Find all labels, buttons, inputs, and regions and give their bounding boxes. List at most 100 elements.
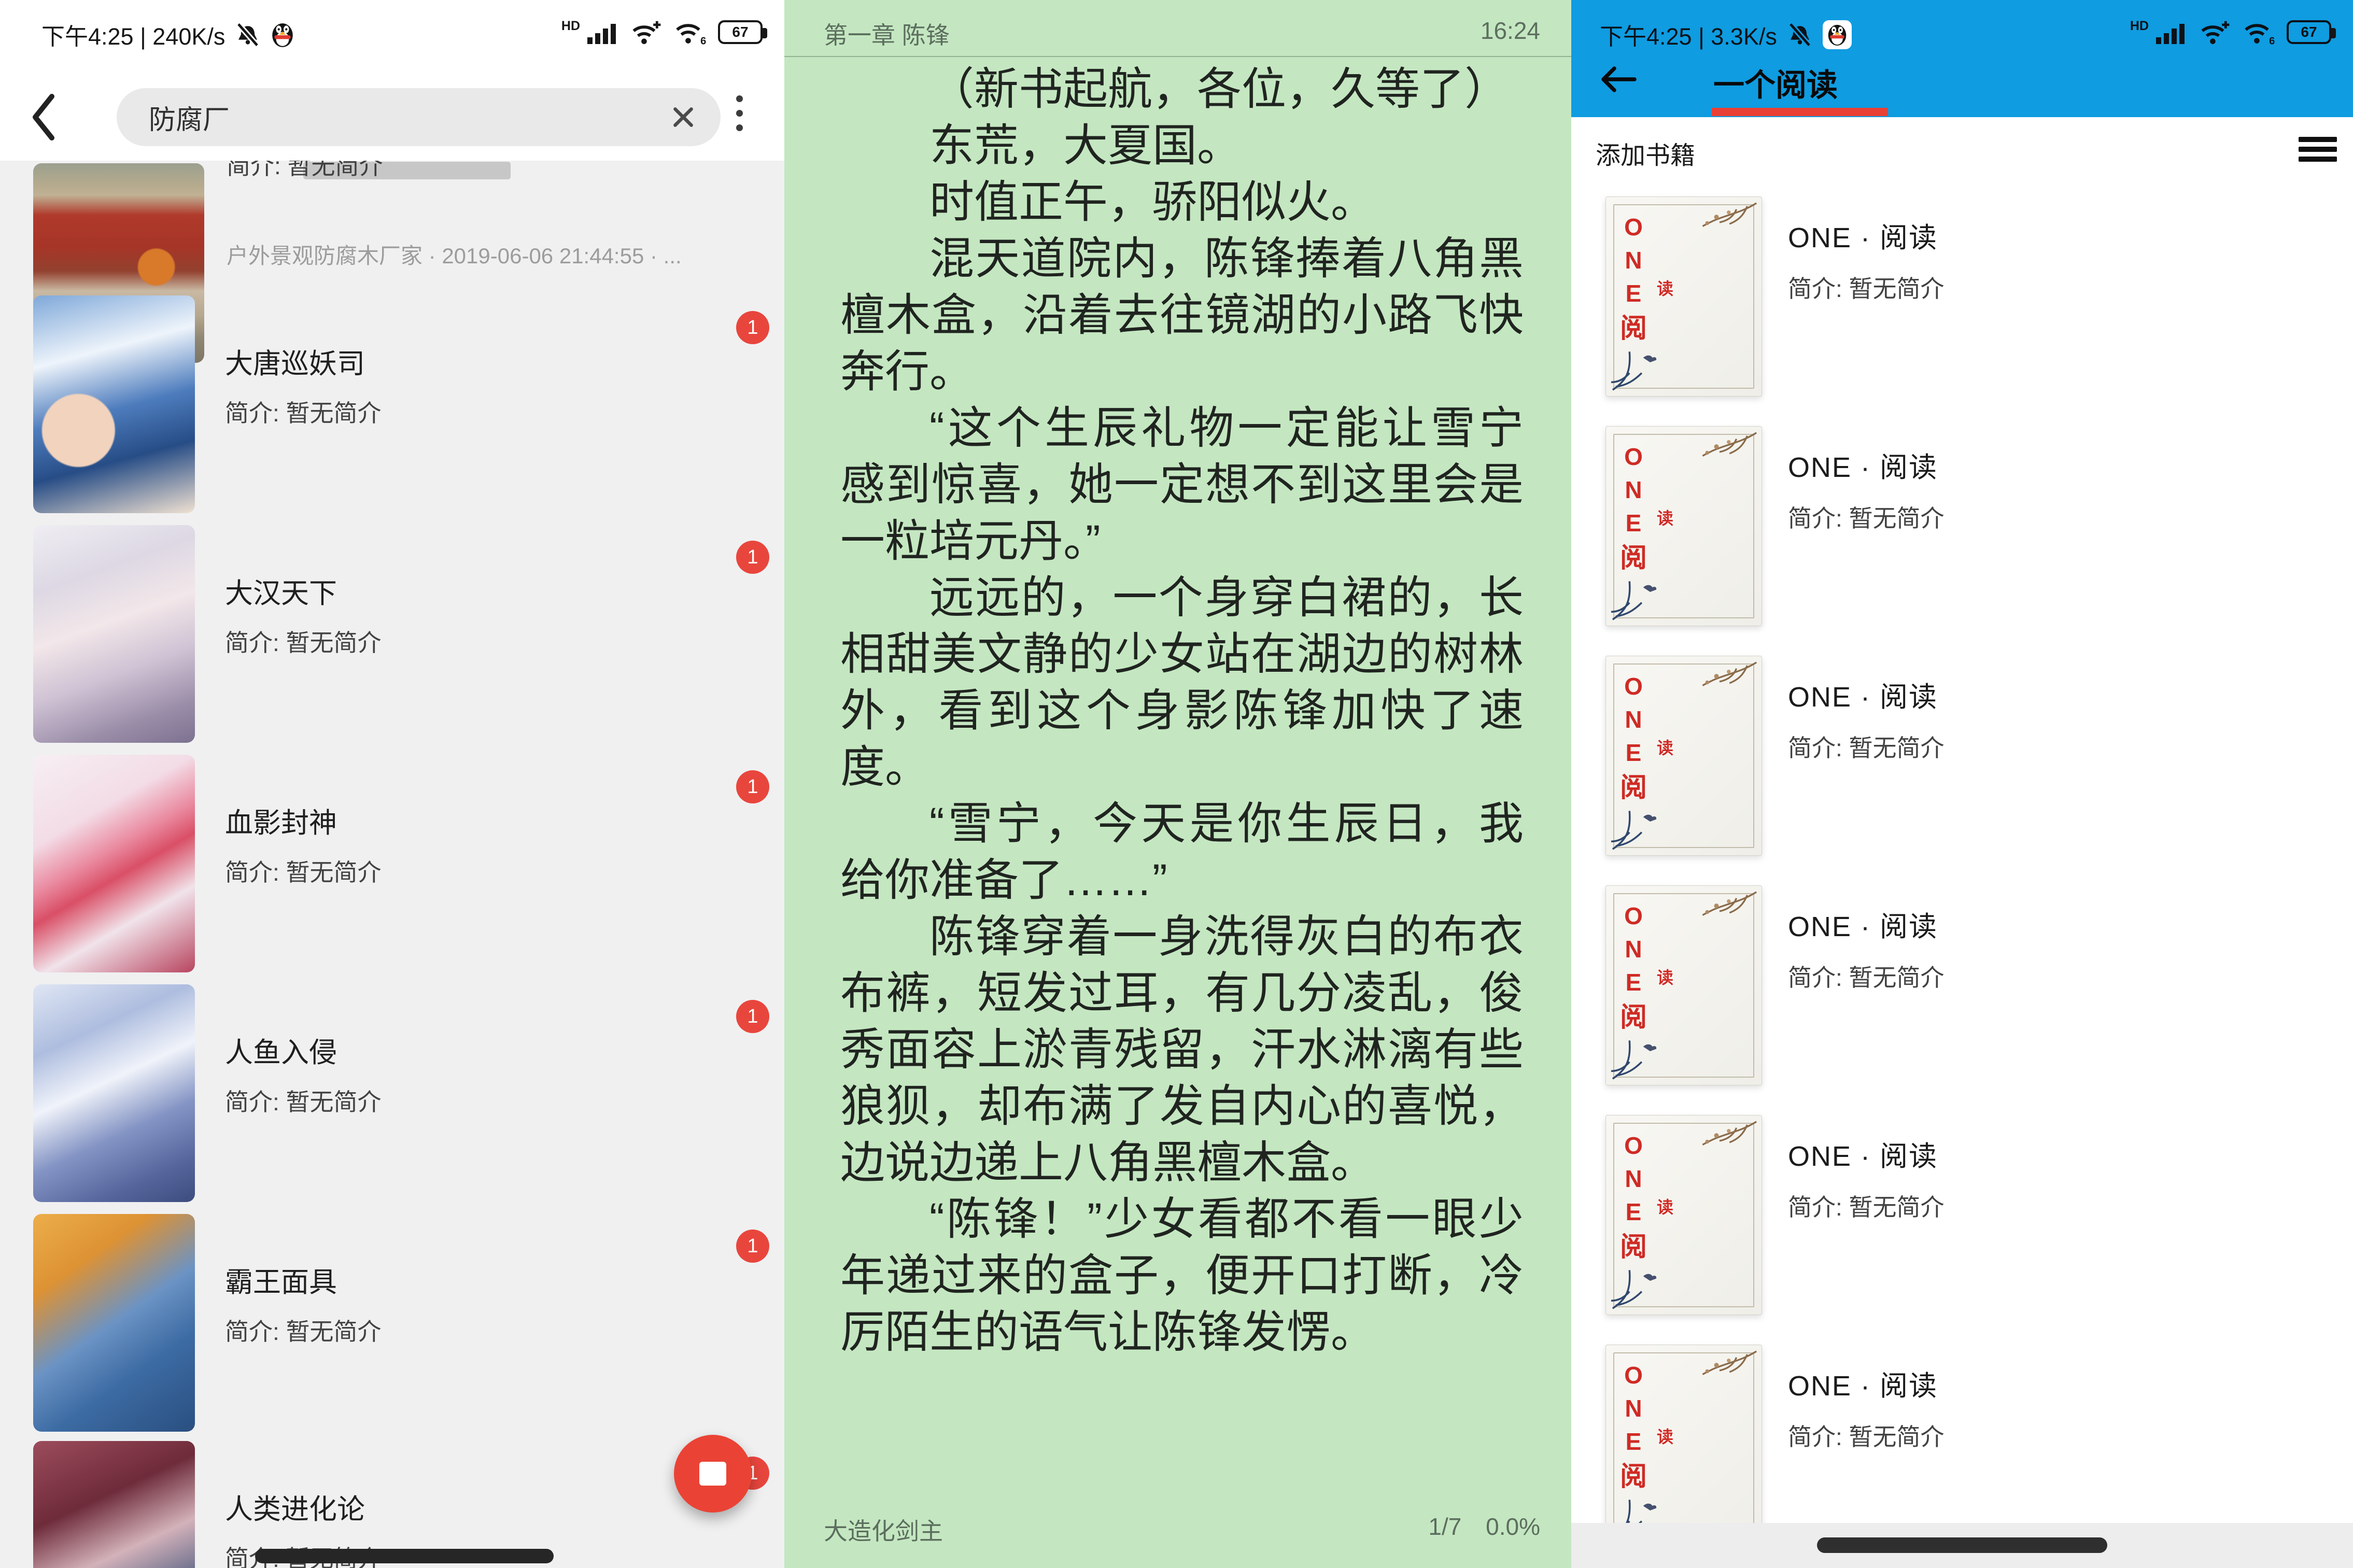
book-cover: O N E 阅 读 xyxy=(1605,426,1762,626)
search-result-item[interactable]: 大汉天下 简介: 暂无简介 1 xyxy=(0,525,784,755)
wifi-6-icon: 6 xyxy=(676,24,706,46)
plum-branch-icon xyxy=(1702,661,1757,686)
paragraph: （新书起航，各位，久等了） xyxy=(929,64,1509,114)
unread-badge: 1 xyxy=(736,1000,769,1033)
paragraph: 远远的，一个身穿白裙的，长相甜美文静的少女站在湖边的树林外，看到这个身影陈锋加快… xyxy=(840,573,1524,792)
add-books-label: 添加书籍 xyxy=(1596,142,1696,169)
result-desc: 简介: 暂无简介 xyxy=(225,1318,382,1345)
qq-penguin-icon xyxy=(1822,20,1852,49)
unread-badge: 1 xyxy=(736,770,769,803)
result-desc: 简介: 暂无简介 xyxy=(225,859,382,886)
paragraph: 东荒，大夏国。 xyxy=(929,121,1242,171)
book-desc: 简介: 暂无简介 xyxy=(1788,734,1945,761)
paragraph: “这个生辰礼物一定能让雪宁感到惊喜，她一定想不到这里会是一粒培元丹。” xyxy=(840,403,1524,566)
search-input[interactable]: 防腐厂 xyxy=(117,88,721,146)
book-list-item[interactable]: O N E 阅 读 ONE · 阅读 简介: 暂无简介 xyxy=(1571,426,2353,656)
hamburger-menu-icon[interactable] xyxy=(2299,137,2337,162)
book-cover: O N E 阅 读 xyxy=(1605,656,1762,856)
bottom-bar xyxy=(1571,1523,2353,1568)
book-list-item[interactable]: O N E 阅 读 ONE · 阅读 简介: 暂无简介 xyxy=(1571,885,2353,1115)
left-status-bar: 下午4:25 | 240K/s HD 6 67 xyxy=(0,18,784,50)
signal-icon xyxy=(2156,24,2185,44)
cover-one-text: O N E 阅 xyxy=(1619,673,1647,803)
book-list-item[interactable]: O N E 阅 读 ONE · 阅读 简介: 暂无简介 xyxy=(1571,196,2353,426)
battery-icon: 67 xyxy=(2287,20,2336,44)
paragraph: 混天道院内，陈锋捧着八角黑檀木盒，沿着去往镜湖的小路飞快奔行。 xyxy=(840,234,1524,397)
battery-icon: 67 xyxy=(718,20,767,44)
wifi-plus-icon xyxy=(632,21,661,45)
search-header: 防腐厂 xyxy=(0,88,784,146)
result-desc: 简介: 暂无简介 xyxy=(225,1089,382,1115)
book-title: ONE · 阅读 xyxy=(1788,222,1938,253)
book-title: ONE · 阅读 xyxy=(1788,1141,1938,1172)
search-result-item[interactable]: 霸王面具 简介: 暂无简介 1 xyxy=(0,1214,784,1444)
clipped-desc-text: 简介: 暂无简介 xyxy=(227,161,383,179)
book-list-item[interactable]: O N E 阅 读 ONE · 阅读 简介: 暂无简介 xyxy=(1571,1115,2353,1345)
kebab-menu-icon[interactable] xyxy=(736,95,743,131)
svg-text:6: 6 xyxy=(700,36,706,46)
cover-read-char: 读 xyxy=(1657,1198,1674,1217)
search-result-item[interactable]: 人鱼入侵 简介: 暂无简介 1 xyxy=(0,984,784,1214)
book-title: ONE · 阅读 xyxy=(1788,1371,1938,1402)
tab-indicator xyxy=(1712,108,1888,116)
plum-branch-icon xyxy=(1702,202,1757,227)
cover-one-text: O N E 阅 xyxy=(1619,1132,1647,1262)
home-indicator[interactable] xyxy=(255,1549,554,1563)
book-desc: 简介: 暂无简介 xyxy=(1788,964,1945,991)
book-list-item[interactable]: O N E 阅 读 ONE · 阅读 简介: 暂无简介 xyxy=(1571,1345,2353,1523)
book-source-panel: 下午4:25 | 3.3K/s HD 6 67 一个阅读 添加书籍 O N E … xyxy=(1571,0,2353,1568)
paragraph: 陈锋穿着一身洗得灰白的布衣布裤，短发过耳，有几分凌乱，俊秀面容上淤青残留，汗水淋… xyxy=(840,912,1524,1188)
plum-branch-icon xyxy=(1702,432,1757,457)
search-result-item[interactable]: 大唐巡妖司 简介: 暂无简介 1 xyxy=(0,295,784,525)
right-status-bar: 下午4:25 | 3.3K/s HD 6 67 xyxy=(1571,18,2353,50)
book-title: 大造化剑主 xyxy=(824,1518,943,1545)
result-thumbnail xyxy=(33,755,195,972)
result-title: 大汉天下 xyxy=(225,578,337,609)
stop-icon xyxy=(699,1462,726,1486)
stop-playback-fab[interactable] xyxy=(674,1435,752,1513)
result-desc: 简介: 暂无简介 xyxy=(225,629,382,656)
app-header: 下午4:25 | 3.3K/s HD 6 67 一个阅读 xyxy=(1571,0,2353,117)
book-title: ONE · 阅读 xyxy=(1788,452,1938,483)
cover-read-char: 读 xyxy=(1657,739,1674,757)
hd-label: HD xyxy=(561,18,580,33)
book-desc: 简介: 暂无简介 xyxy=(1788,505,1945,532)
cover-read-char: 读 xyxy=(1657,1428,1674,1446)
book-title: ONE · 阅读 xyxy=(1788,682,1938,713)
qq-penguin-icon xyxy=(272,23,293,47)
cover-read-char: 读 xyxy=(1657,279,1674,298)
chapter-title: 第一章 陈锋 xyxy=(824,22,950,49)
search-query-text: 防腐厂 xyxy=(149,105,230,135)
tab-source-title[interactable]: 一个阅读 xyxy=(1713,60,1838,105)
chevron-back-icon[interactable] xyxy=(27,90,60,144)
cover-one-text: O N E 阅 xyxy=(1619,443,1647,573)
add-books-row: 添加书籍 xyxy=(1571,117,2353,176)
search-results-panel: 下午4:25 | 240K/s HD 6 67 防腐厂 简介: 暂无简介 户外景… xyxy=(0,0,784,1568)
back-arrow-icon[interactable] xyxy=(1597,62,1638,96)
home-indicator[interactable] xyxy=(1817,1537,2107,1553)
reader-footer: 大造化剑主 1/7 0.0% xyxy=(824,1513,1540,1547)
clear-icon[interactable] xyxy=(670,104,697,131)
result-title: 大唐巡妖司 xyxy=(225,348,365,379)
paragraph: 时值正午，骄阳似火。 xyxy=(929,177,1375,227)
plum-branch-icon xyxy=(1702,891,1757,916)
reader-panel[interactable]: 第一章 陈锋 16:24 （新书起航，各位，久等了） 东荒，大夏国。 时值正午，… xyxy=(784,0,1571,1568)
result-thumbnail xyxy=(33,1441,195,1568)
cover-read-char: 读 xyxy=(1657,968,1674,987)
cover-one-text: O N E 阅 xyxy=(1619,1362,1647,1492)
book-list-item[interactable]: O N E 阅 读 ONE · 阅读 简介: 暂无简介 xyxy=(1571,656,2353,885)
search-result-item[interactable]: 血影封神 简介: 暂无简介 1 xyxy=(0,755,784,984)
wifi-6-icon: 6 xyxy=(2245,24,2275,46)
book-cover: O N E 阅 读 xyxy=(1605,196,1762,397)
status-time-speed: 下午4:25 | 3.3K/s xyxy=(1600,23,1777,50)
result-thumbnail xyxy=(33,1214,195,1432)
cover-read-char: 读 xyxy=(1657,509,1674,528)
result-title: 人鱼入侵 xyxy=(225,1037,337,1068)
unread-badge: 1 xyxy=(736,311,769,344)
unread-badge: 1 xyxy=(736,541,769,574)
reader-body-text: （新书起航，各位，久等了） 东荒，大夏国。 时值正午，骄阳似火。 混天道院内，陈… xyxy=(840,61,1524,1361)
mute-icon xyxy=(236,22,260,47)
result-thumbnail xyxy=(33,525,195,743)
reader-clock: 16:24 xyxy=(1480,17,1540,44)
result-title: 血影封神 xyxy=(225,808,337,839)
